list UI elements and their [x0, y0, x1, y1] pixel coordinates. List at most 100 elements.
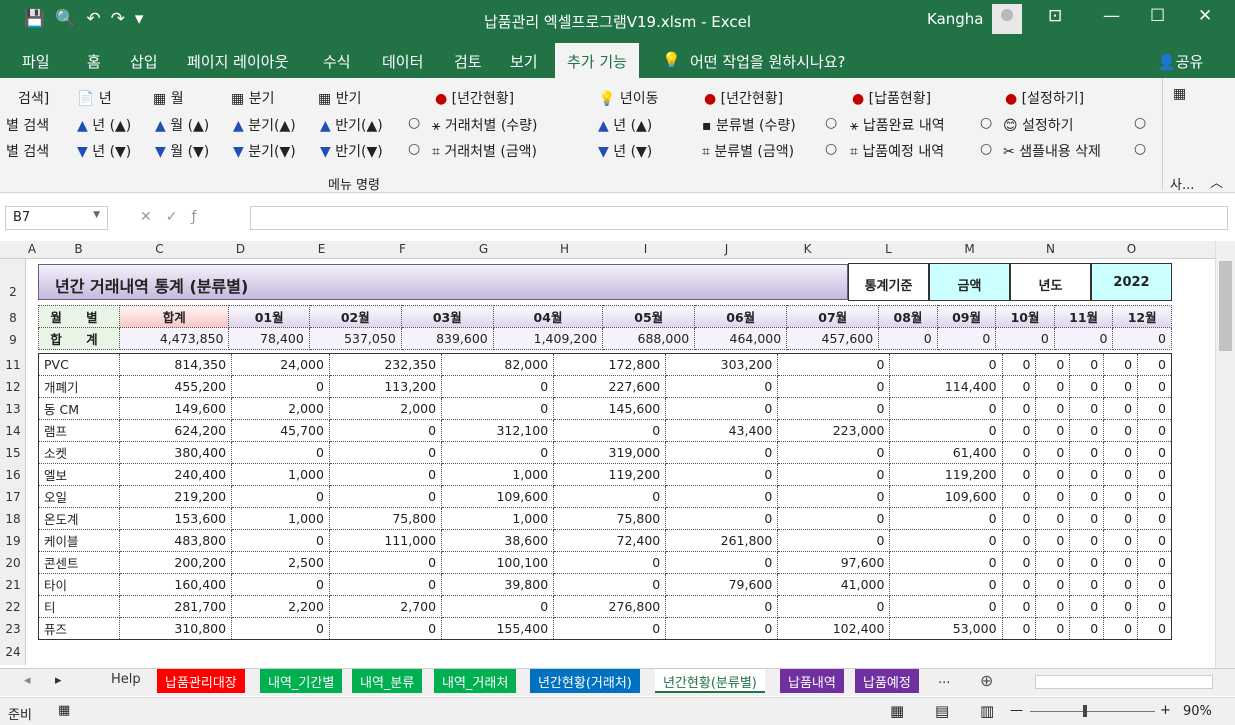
- value-cell[interactable]: 82,000: [441, 353, 555, 376]
- total-cell[interactable]: 537,050: [308, 327, 402, 350]
- ribbon-item[interactable]: ▦ 월: [153, 88, 184, 108]
- value-cell[interactable]: 72,400: [553, 529, 667, 552]
- maximize-button[interactable]: ☐: [1150, 6, 1165, 26]
- row-header[interactable]: 22: [0, 600, 26, 614]
- value-cell[interactable]: 0: [889, 595, 1003, 618]
- tab-insert[interactable]: 삽입: [130, 51, 158, 72]
- column-header[interactable]: G: [443, 242, 524, 256]
- value-cell[interactable]: 0: [1001, 353, 1037, 376]
- value-cell[interactable]: 97,600: [777, 551, 891, 574]
- value-cell[interactable]: 0: [1069, 463, 1105, 486]
- value-cell[interactable]: 0: [1069, 573, 1105, 596]
- value-cell[interactable]: 75,800: [328, 507, 443, 530]
- ribbon-item[interactable]: 별 검색: [6, 141, 49, 161]
- header-cell[interactable]: 02월: [308, 305, 402, 328]
- value-cell[interactable]: 0: [1137, 375, 1172, 398]
- ribbon-item[interactable]: ● [설정하기]: [1005, 88, 1084, 108]
- radio-icon[interactable]: ○: [1134, 141, 1146, 157]
- value-cell[interactable]: 0: [328, 485, 443, 508]
- value-cell[interactable]: 0: [665, 507, 779, 530]
- category-cell[interactable]: 콘센트: [38, 551, 120, 574]
- value-cell[interactable]: 0: [889, 397, 1003, 420]
- value-cell[interactable]: 0: [553, 573, 667, 596]
- value-cell[interactable]: 0: [1001, 441, 1037, 464]
- normal-view-icon[interactable]: ▦: [890, 702, 904, 720]
- value-cell[interactable]: 0: [1103, 397, 1139, 420]
- value-cell[interactable]: 113,200: [328, 375, 443, 398]
- header-cell[interactable]: 01월: [228, 305, 310, 328]
- total-cell[interactable]: 0: [1112, 327, 1172, 350]
- value-cell[interactable]: 0: [1035, 397, 1071, 420]
- header-cell[interactable]: 07월: [786, 305, 880, 328]
- value-cell[interactable]: 0: [1137, 551, 1172, 574]
- value-cell[interactable]: 0: [231, 617, 330, 640]
- value-cell[interactable]: 0: [1103, 617, 1139, 640]
- column-header[interactable]: L: [848, 242, 929, 256]
- value-cell[interactable]: 0: [1137, 573, 1172, 596]
- row-header[interactable]: 23: [0, 622, 26, 636]
- ribbon-item[interactable]: ▲ 분기(▲): [233, 115, 296, 135]
- radio-icon[interactable]: ○: [408, 115, 420, 131]
- sheet-tab[interactable]: 내역_거래처: [434, 669, 517, 693]
- sheet-tab[interactable]: Help: [103, 669, 149, 693]
- zoom-in-icon[interactable]: +: [1160, 703, 1171, 718]
- collapse-ribbon-icon[interactable]: ︿: [1210, 172, 1223, 191]
- value-cell[interactable]: 0: [665, 463, 779, 486]
- tab-file[interactable]: 파일: [22, 51, 50, 72]
- value-cell[interactable]: 75,800: [553, 507, 667, 530]
- row-header[interactable]: 8: [0, 311, 26, 325]
- value-cell[interactable]: 0: [1069, 617, 1105, 640]
- value-cell[interactable]: 0: [1069, 353, 1105, 376]
- category-cell[interactable]: PVC: [38, 353, 120, 376]
- column-header[interactable]: E: [281, 242, 362, 256]
- value-cell[interactable]: 276,800: [553, 595, 667, 618]
- ribbon-item[interactable]: ▲ 년 (▲): [77, 115, 131, 135]
- category-cell[interactable]: 퓨즈: [38, 617, 120, 640]
- column-header[interactable]: H: [524, 242, 605, 256]
- value-cell[interactable]: 0: [328, 573, 443, 596]
- value-cell[interactable]: 0: [328, 441, 443, 464]
- radio-icon[interactable]: ○: [1134, 115, 1146, 131]
- value-cell[interactable]: 24,000: [231, 353, 330, 376]
- value-cell[interactable]: 160,400: [118, 573, 233, 596]
- value-cell[interactable]: 172,800: [553, 353, 667, 376]
- tab-scroll-left-icon[interactable]: ◂: [24, 673, 31, 688]
- ribbon-item[interactable]: ▦ 반기: [318, 88, 361, 108]
- value-cell[interactable]: 0: [1137, 507, 1172, 530]
- value-cell[interactable]: 0: [441, 595, 555, 618]
- value-cell[interactable]: 0: [777, 485, 891, 508]
- grid-icon[interactable]: ▦: [1173, 86, 1186, 102]
- total-cell[interactable]: 457,600: [786, 327, 880, 350]
- value-cell[interactable]: 1,000: [441, 507, 555, 530]
- value-cell[interactable]: 2,700: [328, 595, 443, 618]
- value-cell[interactable]: 0: [1137, 595, 1172, 618]
- sheet-tab[interactable]: 납품예정: [855, 669, 919, 693]
- column-header[interactable]: A: [26, 242, 38, 256]
- ribbon-item[interactable]: ▼ 년 (▼): [77, 141, 131, 161]
- ribbon-item[interactable]: ▼ 년 (▼): [598, 141, 652, 161]
- value-cell[interactable]: 45,700: [231, 419, 330, 442]
- page-layout-icon[interactable]: ▤: [935, 702, 949, 720]
- value-cell[interactable]: 0: [231, 485, 330, 508]
- header-cell[interactable]: 11월: [1053, 305, 1114, 328]
- value-cell[interactable]: 119,200: [889, 463, 1003, 486]
- ribbon-item[interactable]: ⌗ 분류별 (금액): [702, 141, 794, 161]
- ribbon-item[interactable]: ▲ 월 (▲): [155, 115, 209, 135]
- value-cell[interactable]: 39,800: [441, 573, 555, 596]
- value-cell[interactable]: 38,600: [441, 529, 555, 552]
- radio-icon[interactable]: ○: [825, 115, 837, 131]
- value-cell[interactable]: 0: [553, 485, 667, 508]
- value-cell[interactable]: 0: [1137, 617, 1172, 640]
- value-cell[interactable]: 0: [665, 551, 779, 574]
- value-cell[interactable]: 0: [1137, 441, 1172, 464]
- value-cell[interactable]: 0: [1137, 485, 1172, 508]
- value-cell[interactable]: 100,100: [441, 551, 555, 574]
- category-cell[interactable]: 동 CM: [38, 397, 120, 420]
- value-cell[interactable]: 0: [1069, 397, 1105, 420]
- value-cell[interactable]: 0: [1035, 419, 1071, 442]
- zoom-handle[interactable]: [1083, 705, 1087, 717]
- value-cell[interactable]: 0: [1035, 353, 1071, 376]
- tab-formulas[interactable]: 수식: [323, 51, 351, 72]
- value-cell[interactable]: 153,600: [118, 507, 233, 530]
- header-cell[interactable]: 08월: [878, 305, 938, 328]
